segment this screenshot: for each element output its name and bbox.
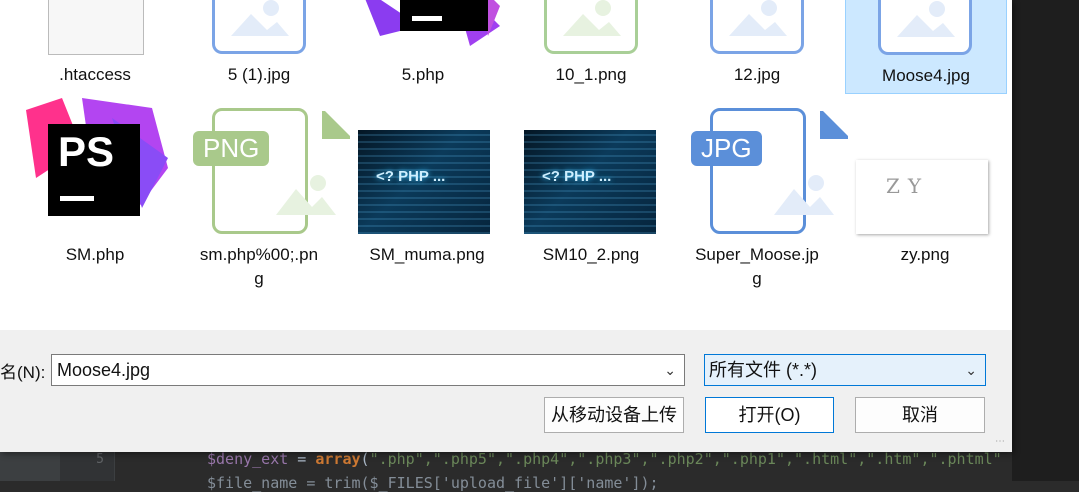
code-line-partial: $file_name = trim($_FILES['upload_file']…: [207, 474, 659, 492]
file-item-12-jpg[interactable]: 12.jpg: [676, 0, 838, 94]
file-item-zy-png[interactable]: ZY zy.png: [844, 98, 1006, 288]
file-name: 12.jpg: [733, 65, 781, 84]
file-item-sm-php[interactable]: PS SM.php: [14, 98, 176, 288]
png-badge: PNG: [193, 131, 270, 166]
file-name: 5 (1).jpg: [227, 65, 291, 84]
blank-file-icon: [48, 0, 144, 55]
file-item-moose4-jpg[interactable]: Moose4.jpg: [845, 0, 1007, 94]
png-file-icon: PNG: [193, 108, 350, 234]
file-name: SM.php: [65, 245, 125, 264]
php-thumbnail: <? PHP ...: [524, 130, 656, 234]
file-name-line2: g: [254, 269, 264, 288]
file-open-dialog: .htaccess 5 (1).jpg 5.php 10_1.png 12.jp: [0, 0, 1012, 452]
file-item-sm10-2-png[interactable]: <? PHP ... SM10_2.png: [510, 98, 672, 288]
code-assign: =: [288, 450, 316, 468]
file-name: 5.php: [401, 65, 445, 84]
file-name: .htaccess: [59, 65, 131, 84]
file-name-line1: sm.php%00;.pn: [199, 245, 319, 264]
code-variable: $deny_ext: [207, 450, 289, 468]
thumbnail-text: <? PHP ...: [376, 168, 446, 185]
file-name: SM10_2.png: [542, 245, 640, 264]
code-arguments: ".php",".php5",".php4",".php3",".php2","…: [369, 450, 1002, 468]
file-item-5-1-jpg[interactable]: 5 (1).jpg: [178, 0, 340, 94]
phpstorm-icon: [360, 0, 500, 46]
upload-from-mobile-button[interactable]: 从移动设备上传: [544, 397, 684, 433]
thumbnail-text: <? PHP ...: [542, 168, 612, 185]
jpg-file-icon: JPG: [691, 108, 848, 234]
filename-input[interactable]: Moose4.jpg: [57, 360, 150, 380]
filename-label: 名(N):: [0, 363, 46, 382]
file-item-5-php[interactable]: 5.php: [342, 0, 504, 94]
chevron-down-icon[interactable]: ⌄: [965, 355, 977, 385]
filetype-value: 所有文件 (*.*): [709, 360, 817, 380]
file-name-line2: g: [752, 269, 762, 288]
php-thumbnail: <? PHP ...: [358, 130, 490, 234]
cancel-button[interactable]: 取消: [855, 397, 985, 433]
file-name-line1: Super_Moose.jp: [695, 245, 819, 264]
file-item-sm-php-00-png[interactable]: PNG sm.php%00;.pn g: [178, 98, 350, 288]
filename-combobox[interactable]: Moose4.jpg ⌄: [51, 354, 685, 386]
line-number: 5: [96, 452, 104, 467]
file-item-sm-muma-png[interactable]: <? PHP ... SM_muma.png: [346, 98, 508, 288]
ps-label: PS: [58, 128, 115, 175]
file-name: Moose4.jpg: [882, 66, 970, 85]
file-name: zy.png: [900, 245, 950, 264]
jpg-badge: JPG: [691, 131, 762, 166]
zy-thumbnail: ZY: [856, 160, 988, 234]
file-item-10-1-png[interactable]: 10_1.png: [510, 0, 672, 94]
editor-right-panel: [1012, 0, 1079, 481]
resize-grip-icon[interactable]: ⋯: [995, 436, 1005, 447]
code-function: array: [315, 450, 361, 468]
image-file-icon: [212, 0, 306, 54]
open-button[interactable]: 打开(O): [705, 397, 834, 433]
code-paren: (: [360, 450, 370, 468]
image-file-icon: [710, 0, 804, 54]
code-line[interactable]: $deny_ext = array(".php",".php5",".php4"…: [207, 450, 1002, 468]
file-name: SM_muma.png: [369, 245, 485, 264]
filetype-select[interactable]: 所有文件 (*.*) ⌄: [704, 354, 986, 386]
image-file-icon: [544, 0, 638, 54]
phpstorm-icon: PS: [22, 98, 168, 218]
file-item-super-moose-jpg[interactable]: JPG Super_Moose.jp g: [676, 98, 848, 288]
thumbnail-text: ZY: [886, 174, 930, 198]
file-list-pane[interactable]: .htaccess 5 (1).jpg 5.php 10_1.png 12.jp: [0, 0, 1012, 330]
chevron-down-icon[interactable]: ⌄: [664, 355, 676, 385]
image-file-icon: [878, 0, 972, 55]
file-name: 10_1.png: [555, 65, 627, 84]
file-item-htaccess[interactable]: .htaccess: [14, 0, 176, 94]
